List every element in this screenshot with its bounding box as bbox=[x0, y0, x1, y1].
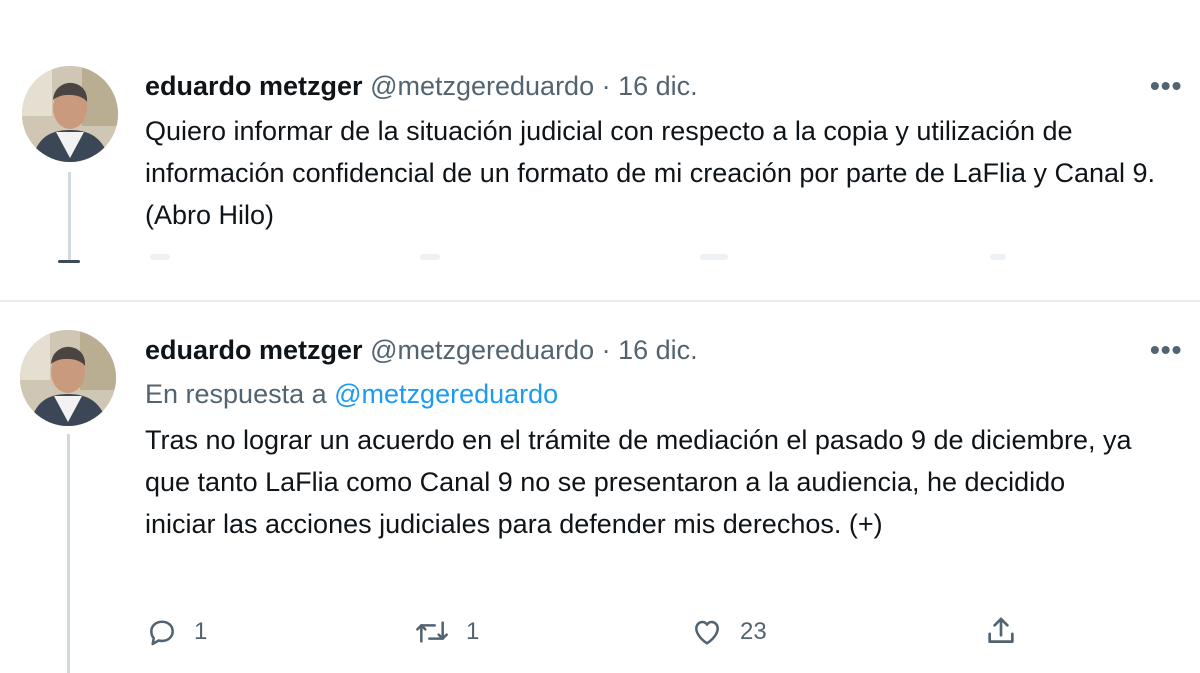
more-options-icon[interactable]: ••• bbox=[1150, 336, 1182, 364]
tweet-date[interactable]: 16 dic. bbox=[618, 335, 698, 365]
action-bar-edge bbox=[990, 254, 1006, 260]
tweet-2[interactable]: eduardo metzger @metzgereduardo · 16 dic… bbox=[0, 304, 1200, 673]
retweet-icon bbox=[414, 616, 450, 648]
reply-mention-link[interactable]: @metzgereduardo bbox=[334, 379, 558, 409]
retweet-count: 1 bbox=[466, 618, 480, 645]
tweet-text: Tras no lograr un acuerdo en el trámite … bbox=[145, 425, 1132, 539]
divider bbox=[0, 300, 1200, 302]
share-button[interactable] bbox=[984, 614, 1018, 648]
tweet-header: eduardo metzger @metzgereduardo · 16 dic… bbox=[145, 333, 698, 367]
tweet-1[interactable]: eduardo metzger @metzgereduardo · 16 dic… bbox=[0, 0, 1200, 300]
author-name[interactable]: eduardo metzger bbox=[145, 71, 363, 101]
author-handle[interactable]: @metzgereduardo bbox=[370, 71, 594, 101]
reply-icon bbox=[146, 616, 178, 648]
avatar[interactable] bbox=[20, 330, 116, 426]
avatar[interactable] bbox=[22, 66, 118, 162]
author-handle[interactable]: @metzgereduardo bbox=[370, 335, 594, 365]
reply-context: En respuesta a @metzgereduardo bbox=[145, 377, 558, 411]
thread-line bbox=[67, 434, 70, 673]
separator: · bbox=[601, 71, 611, 101]
separator: · bbox=[601, 335, 611, 365]
like-count: 23 bbox=[740, 618, 767, 645]
tweet-text: Quiero informar de la situación judicial… bbox=[145, 116, 1156, 230]
tweet-header: eduardo metzger @metzgereduardo · 16 dic… bbox=[145, 69, 698, 103]
author-name[interactable]: eduardo metzger bbox=[145, 335, 363, 365]
action-bar-edge bbox=[700, 254, 728, 260]
share-icon bbox=[984, 614, 1018, 648]
reply-button[interactable]: 1 bbox=[146, 616, 207, 648]
retweet-button[interactable]: 1 bbox=[414, 616, 479, 648]
reply-count: 1 bbox=[194, 618, 208, 645]
thread-line bbox=[68, 172, 71, 260]
tweet-date[interactable]: 16 dic. bbox=[618, 71, 698, 101]
more-options-icon[interactable]: ••• bbox=[1150, 72, 1182, 100]
like-button[interactable]: 23 bbox=[690, 616, 767, 648]
heart-icon bbox=[690, 616, 724, 648]
action-bar-edge bbox=[420, 254, 440, 260]
thread-line-end bbox=[58, 260, 80, 263]
reply-prefix: En respuesta a bbox=[145, 379, 327, 409]
action-bar-edge bbox=[150, 254, 170, 260]
